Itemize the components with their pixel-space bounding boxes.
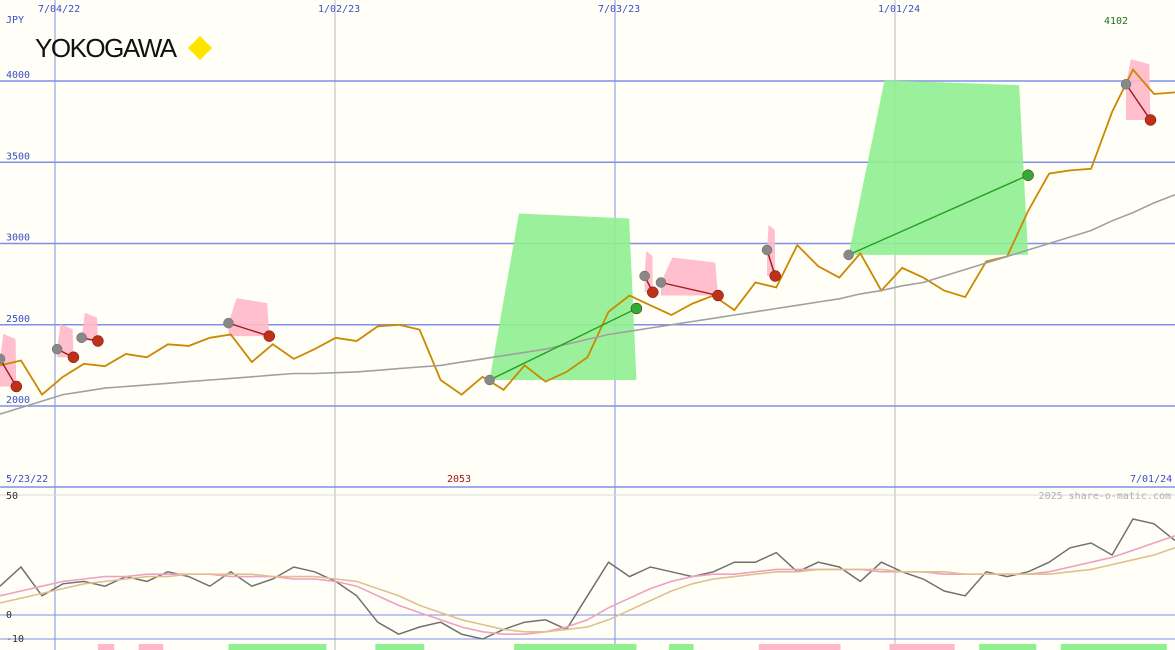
volume-bar <box>669 644 694 650</box>
trend-start-dot <box>639 270 650 282</box>
start-date-label: 5/23/22 <box>6 474 48 485</box>
y-tick-label: 3500 <box>6 151 30 162</box>
trend-end-dot <box>1022 169 1034 181</box>
stock-chart: 7/04/22 1/02/23 7/03/23 1/01/24 2000 2500 3000… <box>0 0 1175 650</box>
trend-end-dot <box>263 330 276 342</box>
trend-start-dot <box>51 343 63 355</box>
trend-start-dot <box>1120 79 1132 90</box>
volume-bar <box>758 644 841 650</box>
attribution-text: 2025 share-o-matic.com <box>1039 491 1171 502</box>
volume-bar <box>514 644 637 650</box>
trend-end-dot <box>92 335 104 347</box>
trend-start-dot <box>223 317 234 329</box>
trend-end-dot <box>769 270 781 282</box>
volume-bar <box>889 644 955 650</box>
trend-start-dot <box>655 277 667 288</box>
volume-bar <box>979 644 1037 650</box>
x-tick-label: 1/01/24 <box>878 4 920 15</box>
end-date-label: 7/01/24 <box>1130 474 1172 485</box>
x-tick-label: 7/03/23 <box>598 4 640 15</box>
trend-start-dot <box>761 244 773 256</box>
trend-start-dot <box>843 249 854 261</box>
volume-bar <box>138 644 164 650</box>
volume-bar <box>375 644 425 650</box>
trend-end-dot <box>67 351 80 363</box>
y-tick-label: 3000 <box>6 233 30 244</box>
x-tick-label: 7/04/22 <box>38 4 80 15</box>
trend-end-dot <box>712 289 724 302</box>
max-price-label: 4102 <box>1104 16 1128 27</box>
volume-bar <box>228 644 327 650</box>
volume-bar <box>1060 644 1167 650</box>
oscillator-tick-label: 50 <box>6 491 18 502</box>
oscillator-tick-label: -10 <box>6 634 24 645</box>
trend-end-dot <box>647 286 659 298</box>
y-tick-label: 2000 <box>6 395 30 406</box>
trend-end-dot <box>630 302 643 315</box>
unit-label: JPY <box>6 15 24 26</box>
y-tick-label: 2500 <box>6 314 30 325</box>
trend-start-dot <box>76 332 87 343</box>
trend-end-dot <box>10 380 23 393</box>
brand-name: YOKOGAWA <box>35 33 178 63</box>
trend-end-dot <box>1144 114 1157 126</box>
y-tick-label: 4000 <box>6 70 30 81</box>
volume-bar <box>97 644 115 650</box>
min-price-label: 2053 <box>447 474 471 485</box>
trend-start-dot <box>484 374 495 386</box>
oscillator-tick-label: 0 <box>6 610 12 621</box>
x-tick-label: 1/02/23 <box>318 4 360 15</box>
